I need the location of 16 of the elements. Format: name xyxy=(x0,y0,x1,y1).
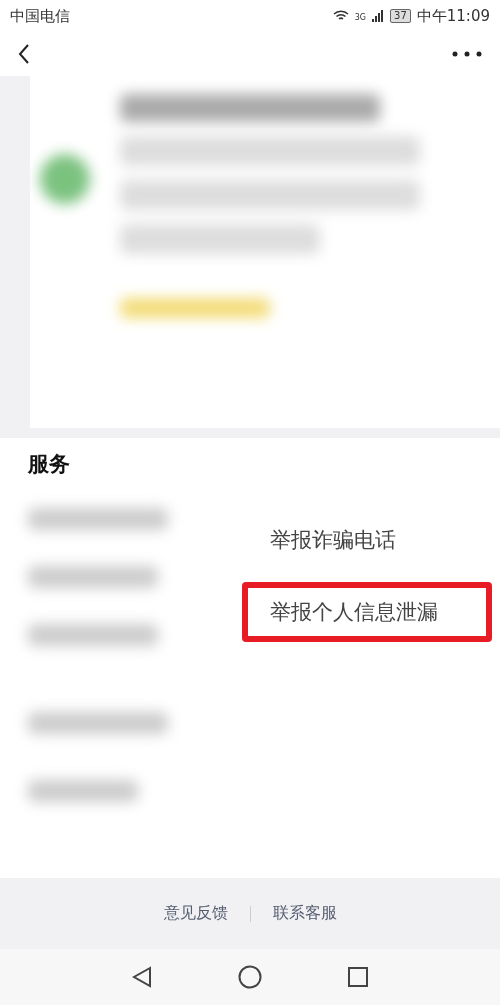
battery-level: 37 xyxy=(390,9,411,23)
wifi-icon xyxy=(332,10,349,22)
section-title: 服务 xyxy=(26,451,71,478)
footer-link[interactable]: 联系客服 xyxy=(272,903,337,924)
home-nav-icon[interactable] xyxy=(238,965,262,989)
back-nav-icon[interactable] xyxy=(132,966,152,988)
back-icon[interactable] xyxy=(18,44,30,64)
signal-icon xyxy=(372,10,385,22)
more-icon[interactable] xyxy=(452,51,482,57)
carrier-name: 中国电信 xyxy=(10,6,70,26)
recents-nav-icon[interactable] xyxy=(348,967,368,987)
network-type: 3G xyxy=(354,12,367,22)
menu-item[interactable]: 举报诈骗电话 xyxy=(242,510,492,570)
menu-item[interactable]: 举报个人信息泄漏 xyxy=(242,582,492,642)
footer-link[interactable]: 意见反馈 xyxy=(163,903,228,924)
clock-time: 中午11:09 xyxy=(416,6,490,26)
